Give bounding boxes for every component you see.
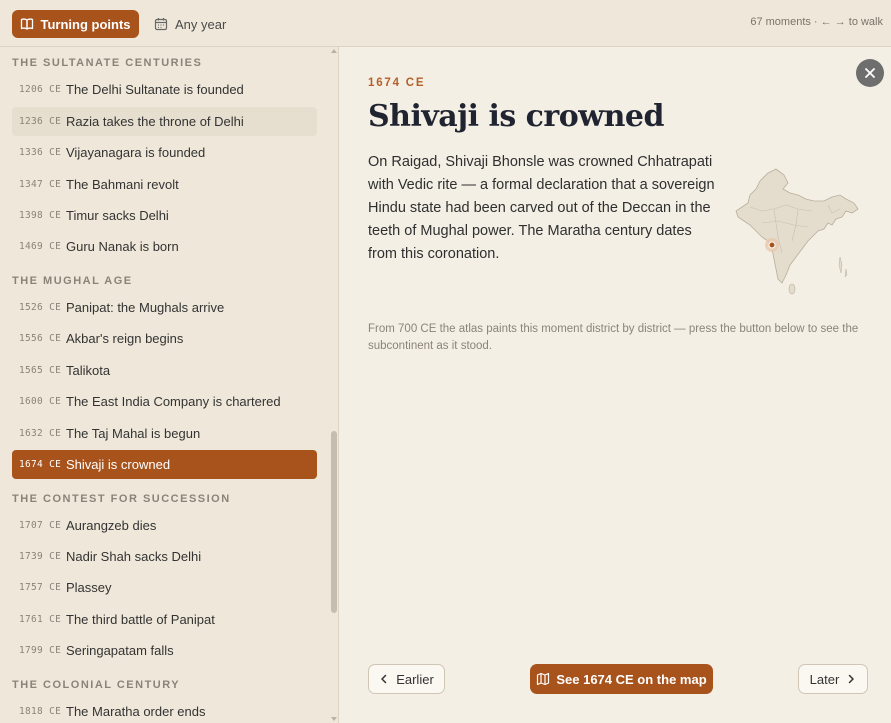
event-year: 1556 CE bbox=[19, 333, 62, 344]
close-button[interactable] bbox=[856, 59, 884, 87]
event-title: Seringapatam falls bbox=[66, 643, 174, 658]
event-item[interactable]: 1336 CE Vijayanagara is founded bbox=[12, 138, 317, 167]
event-year: 1236 CE bbox=[19, 116, 62, 127]
event-year: 1526 CE bbox=[19, 302, 62, 313]
event-title: Plassey bbox=[66, 580, 112, 595]
event-title: Nadir Shah sacks Delhi bbox=[66, 549, 202, 564]
event-item[interactable]: 1757 CE Plassey bbox=[12, 573, 317, 602]
event-item[interactable]: 1632 CE The Taj Mahal is begun bbox=[12, 419, 317, 448]
year-filter-label: Any year bbox=[175, 16, 227, 32]
sidebar-scrollbar[interactable] bbox=[329, 47, 338, 723]
section-header: THE CONTEST FOR SUCCESSION bbox=[12, 493, 231, 505]
event-title: The Bahmani revolt bbox=[66, 177, 179, 192]
chevron-right-icon bbox=[849, 674, 855, 684]
event-title: The Maratha order ends bbox=[66, 704, 206, 719]
event-title: Razia takes the throne of Delhi bbox=[66, 114, 244, 129]
close-icon bbox=[865, 68, 875, 78]
event-year: 1600 CE bbox=[19, 396, 62, 407]
event-year: 1398 CE bbox=[19, 210, 62, 221]
event-year: 1757 CE bbox=[19, 582, 62, 593]
later-label: Later bbox=[809, 671, 840, 687]
event-title: Talikota bbox=[66, 363, 111, 378]
event-title: Timur sacks Delhi bbox=[66, 208, 169, 223]
event-item[interactable]: 1565 CE Talikota bbox=[12, 356, 317, 385]
event-item[interactable]: 1526 CE Panipat: the Mughals arrive bbox=[12, 293, 317, 322]
event-year: 1739 CE bbox=[19, 551, 62, 562]
event-item[interactable]: 1206 CE The Delhi Sultanate is founded bbox=[12, 75, 317, 104]
event-item[interactable]: 1469 CE Guru Nanak is born bbox=[12, 232, 317, 261]
sidebar[interactable]: THE SULTANATE CENTURIES 1206 CE The Delh… bbox=[0, 47, 339, 723]
event-year: 1206 CE bbox=[19, 84, 62, 95]
year-filter-button[interactable]: Any year bbox=[154, 10, 226, 38]
top-bar: Turning points Any year 67 moments · ← →… bbox=[0, 0, 891, 47]
event-item[interactable]: 1761 CE The third battle of Panipat bbox=[12, 605, 317, 634]
earlier-label: Earlier bbox=[396, 671, 434, 687]
later-button[interactable]: Later bbox=[798, 664, 868, 694]
see-on-map-label: See 1674 CE on the map bbox=[556, 671, 707, 687]
event-description: On Raigad, Shivaji Bhonsle was crowned C… bbox=[368, 154, 715, 262]
event-title: Shivaji is crowned bbox=[66, 457, 171, 472]
event-year: 1336 CE bbox=[19, 147, 62, 158]
event-title: The Taj Mahal is begun bbox=[66, 426, 201, 441]
event-item[interactable]: 1236 CE Razia takes the throne of Delhi bbox=[12, 107, 317, 136]
event-item[interactable]: 1818 CE The Maratha order ends bbox=[12, 697, 317, 723]
sri-lanka-shape bbox=[788, 283, 796, 295]
island-shape bbox=[844, 268, 848, 278]
event-year: 1565 CE bbox=[19, 365, 62, 376]
location-marker bbox=[768, 241, 776, 249]
book-icon bbox=[21, 18, 34, 30]
island-shape bbox=[838, 256, 843, 274]
event-title: The third battle of Panipat bbox=[66, 612, 215, 627]
earlier-button[interactable]: Earlier bbox=[368, 664, 445, 694]
event-item[interactable]: 1799 CE Seringapatam falls bbox=[12, 636, 317, 665]
map-note: From 700 CE the atlas paints this moment… bbox=[368, 323, 859, 352]
map-icon bbox=[537, 672, 550, 686]
event-title: Panipat: the Mughals arrive bbox=[66, 300, 225, 315]
event-title: The Delhi Sultanate is founded bbox=[66, 82, 244, 97]
calendar-icon bbox=[154, 18, 168, 31]
event-item-selected[interactable]: 1674 CE Shivaji is crowned bbox=[12, 450, 317, 479]
turning-points-button[interactable]: Turning points bbox=[12, 10, 139, 38]
section-header: THE SULTANATE CENTURIES bbox=[12, 57, 203, 69]
event-item[interactable]: 1739 CE Nadir Shah sacks Delhi bbox=[12, 542, 317, 571]
event-item[interactable]: 1556 CE Akbar's reign begins bbox=[12, 324, 317, 353]
event-item[interactable]: 1347 CE The Bahmani revolt bbox=[12, 170, 317, 199]
event-year-kicker: 1674 CE bbox=[368, 77, 426, 89]
detail-panel: 1674 CE Shivaji is crowned On Raigad, Sh… bbox=[340, 47, 891, 723]
event-title: Akbar's reign begins bbox=[66, 331, 184, 346]
event-title-heading: Shivaji is crowned bbox=[368, 99, 664, 134]
chevron-left-icon bbox=[381, 674, 387, 684]
event-year: 1818 CE bbox=[19, 706, 62, 717]
turning-points-label: Turning points bbox=[40, 16, 131, 32]
section-header: THE COLONIAL CENTURY bbox=[12, 679, 181, 691]
event-title: Vijayanagara is founded bbox=[66, 145, 206, 160]
event-item[interactable]: 1600 CE The East India Company is charte… bbox=[12, 387, 317, 416]
scroll-down-arrow-icon[interactable] bbox=[331, 717, 337, 721]
event-year: 1799 CE bbox=[19, 645, 62, 656]
event-item[interactable]: 1707 CE Aurangzeb dies bbox=[12, 511, 317, 540]
event-title: The East India Company is chartered bbox=[66, 394, 281, 409]
see-on-map-button[interactable]: See 1674 CE on the map bbox=[530, 664, 713, 694]
event-title: Guru Nanak is born bbox=[66, 239, 179, 254]
event-year: 1761 CE bbox=[19, 614, 62, 625]
scroll-up-arrow-icon[interactable] bbox=[331, 49, 337, 53]
event-year: 1347 CE bbox=[19, 179, 62, 190]
event-item[interactable]: 1398 CE Timur sacks Delhi bbox=[12, 201, 317, 230]
event-title: Aurangzeb dies bbox=[66, 518, 157, 533]
moments-status: 67 moments · ← → to walk bbox=[750, 16, 883, 28]
event-year: 1632 CE bbox=[19, 428, 62, 439]
event-year: 1469 CE bbox=[19, 241, 62, 252]
india-location-minimap bbox=[735, 168, 859, 295]
event-year: 1674 CE bbox=[19, 459, 62, 470]
event-year: 1707 CE bbox=[19, 520, 62, 531]
scrollbar-thumb[interactable] bbox=[331, 431, 337, 613]
section-header: THE MUGHAL AGE bbox=[12, 275, 133, 287]
